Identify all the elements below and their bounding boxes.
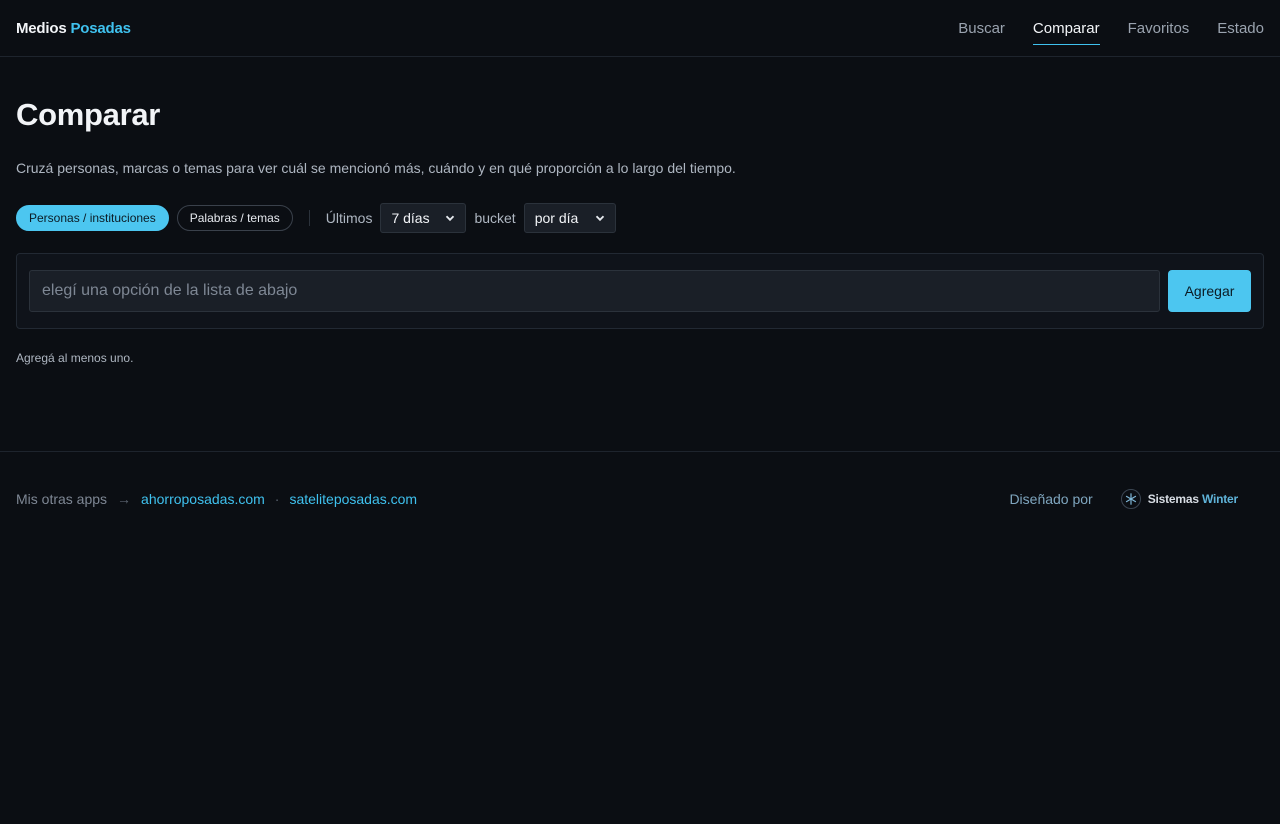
company-logo[interactable]: Sistemas Winter xyxy=(1120,488,1238,509)
page-subtitle: Cruzá personas, marcas o temas para ver … xyxy=(16,160,736,176)
bucket-select-value: por día xyxy=(534,210,579,226)
brand-part2: Posadas xyxy=(70,19,131,37)
page-title: Comparar xyxy=(16,97,161,132)
nav-comparar[interactable]: Comparar xyxy=(1032,16,1100,45)
link-separator: · xyxy=(274,490,280,507)
nav-buscar[interactable]: Buscar xyxy=(958,16,1005,41)
other-apps: Mis otras apps → ahorroposadas.com · sat… xyxy=(16,491,417,507)
entry-panel: Agregar xyxy=(16,253,1264,329)
credits: Diseñado por Sistemas Winter xyxy=(1009,488,1238,509)
brand-part1: Medios xyxy=(16,19,67,37)
designed-by-label: Diseñado por xyxy=(1009,490,1093,507)
entity-search-input[interactable] xyxy=(29,270,1160,312)
footer: Mis otras apps → ahorroposadas.com · sat… xyxy=(0,451,1280,545)
chevron-down-icon xyxy=(446,215,455,222)
empty-hint: Agregá al menos uno. xyxy=(16,351,134,365)
link-ahorroposadas[interactable]: ahorroposadas.com xyxy=(141,491,265,507)
bucket-select[interactable]: por día xyxy=(523,203,616,233)
arrow-right-icon: → xyxy=(117,490,132,507)
main-content: Comparar Cruzá personas, marcas o temas … xyxy=(0,57,1280,365)
main-nav: Buscar Comparar Favoritos Estado xyxy=(958,0,1264,56)
range-select-value: 7 días xyxy=(391,210,430,226)
company-name-part2: Winter xyxy=(1201,491,1238,506)
add-button[interactable]: Agregar xyxy=(1168,270,1251,312)
company-name: Sistemas Winter xyxy=(1148,492,1238,506)
mode-personas-toggle[interactable]: Personas / instituciones xyxy=(16,205,169,231)
other-apps-label: Mis otras apps xyxy=(16,490,108,507)
range-label: Últimos xyxy=(325,210,373,226)
controls-divider xyxy=(308,210,310,226)
chevron-down-icon xyxy=(595,215,604,222)
filter-controls: Personas / instituciones Palabras / tema… xyxy=(16,203,1264,233)
nav-estado[interactable]: Estado xyxy=(1217,16,1264,41)
brand-logo[interactable]: Medios Posadas xyxy=(16,20,131,37)
link-sateliteposadas[interactable]: sateliteposadas.com xyxy=(289,491,417,507)
range-select[interactable]: 7 días xyxy=(380,203,467,233)
snowflake-icon xyxy=(1120,488,1141,509)
company-name-part1: Sistemas xyxy=(1147,491,1199,506)
mode-palabras-toggle[interactable]: Palabras / temas xyxy=(176,205,293,231)
nav-favoritos[interactable]: Favoritos xyxy=(1128,16,1190,41)
bucket-label: bucket xyxy=(474,210,516,226)
top-bar: Medios Posadas Buscar Comparar Favoritos… xyxy=(0,0,1280,57)
